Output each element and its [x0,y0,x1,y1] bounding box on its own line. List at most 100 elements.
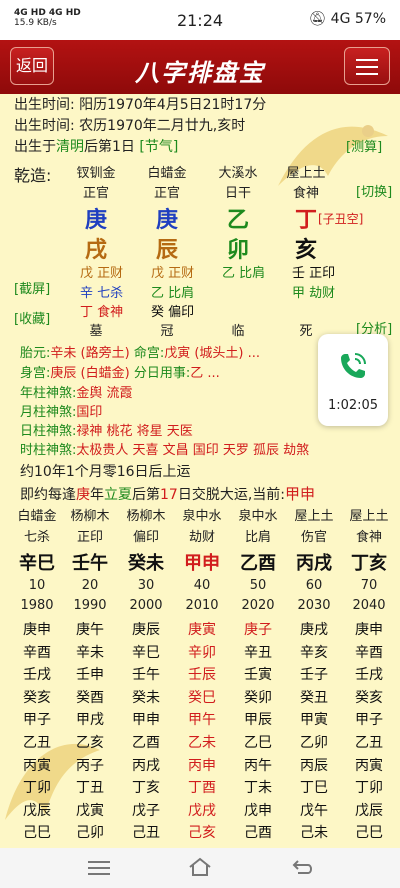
liunian-cell: 己巳 [355,825,383,842]
canggan-hour-2: 甲 劫财 [292,286,336,301]
switch-link[interactable]: [切换] [356,181,392,200]
liunian-cell: 壬子 [300,667,328,684]
liunian-cell: 癸卯 [244,689,272,706]
liunian-cell: 庚戌 [300,622,328,638]
dayun-shishen: 七杀 [23,530,50,545]
dayun-nayin: 杨柳木 [70,509,110,524]
dayun-age: 50 [249,578,267,593]
liunian-cell: 癸未 [132,689,160,706]
dayun-age: 70 [360,578,378,593]
liunian-cell: 甲寅 [300,712,328,729]
tiangan-hour: 丁 [294,208,317,233]
home-nav-icon[interactable] [188,857,212,877]
app-title: 八字排盘宝 [135,58,265,87]
dizhi-day: 卯 [226,238,249,263]
nayin-day: 大溪水 [218,166,258,181]
collect-link[interactable]: [收藏] [14,308,50,327]
phone-call-icon [341,353,366,378]
dayun-shishen: 正印 [76,530,103,545]
dayun-year: 2040 [352,598,386,613]
liunian-cell: 甲子 [355,712,383,729]
liunian-cell: 丁丑 [76,780,104,797]
liunian-cell: 辛酉 [23,644,51,661]
liunian-cell: 辛巳 [132,644,160,661]
dayun-ganzhi: 癸未 [128,553,164,574]
liunian-cell: 壬申 [76,667,104,684]
dayun-year: 2010 [185,598,219,613]
liunian-cell: 辛酉 [355,644,383,661]
liunian-cell: 辛卯 [188,644,216,661]
dayun-ganzhi: 甲申 [184,553,220,574]
tiangan-year: 庚 [84,208,107,233]
dayun-year: 2030 [297,598,331,613]
liunian-cell: 戊寅 [76,802,104,819]
nayin-hour: 屋上土 [286,166,326,181]
liunian-cell: 甲戌 [76,712,104,729]
solar-term-info: 出生于清明后第1日 [节气] [14,139,179,155]
liunian-cell: 庚子 [244,622,272,638]
liunian-cell: 甲子 [23,712,51,729]
mute-icon: 🔕︎ [308,11,327,27]
solar-term-link[interactable]: [节气] [139,139,178,155]
liunian-cell: 丙申 [188,757,216,774]
liunian-cell: 癸亥 [23,689,51,706]
dayun-age: 40 [193,578,211,593]
taiyuan-minggong: 胎元:辛未 (路旁土) 命宫:戊寅 (城头土) ... [20,346,261,361]
liunian-cell: 丁卯 [23,780,51,797]
liunian-cell: 丁卯 [355,780,383,797]
liunian-cell: 己酉 [244,825,272,842]
dayun-ganzhi: 辛巳 [19,553,55,574]
menu-icon [356,59,378,61]
dayun-year: 2020 [241,598,275,613]
liunian-cell: 己丑 [132,825,160,842]
solar-birth-time: 出生时间: 阳历1970年4月5日21时17分 [14,97,267,113]
liunian-cell: 甲申 [132,712,160,729]
qianzao-label: 乾造: [14,166,52,185]
dayun-age: 10 [28,578,46,593]
dayun-ganzhi: 丁亥 [351,553,387,574]
menu-button[interactable] [344,47,390,85]
liunian-cell: 戊辰 [355,802,383,819]
dayun-age: 30 [137,578,155,593]
liunian-cell: 丁亥 [132,780,160,797]
liunian-cell: 乙未 [188,735,216,751]
changsheng-day: 临 [231,324,245,339]
app-header: 返回 八字排盘宝 [0,40,400,94]
shensha-year: 年柱神煞:金舆 流霞 [20,386,133,401]
liunian-cell: 己亥 [188,825,216,842]
liunian-cell: 戊午 [300,802,328,819]
dayun-shishen: 食神 [355,530,382,545]
dayun-year: 1980 [20,598,54,613]
dayun-nayin: 屋上土 [294,509,334,524]
liunian-cell: 丙子 [76,757,104,774]
liunian-cell: 乙丑 [23,735,51,751]
menu-nav-icon[interactable] [88,860,110,876]
liunian-cell: 丁未 [244,780,272,797]
dayun-nayin: 白蜡金 [17,509,57,524]
back-nav-icon[interactable] [292,858,314,876]
liunian-cell: 壬戌 [23,667,51,684]
liunian-cell: 癸巳 [188,689,216,706]
tiangan-day: 乙 [226,208,249,233]
changsheng-year: 墓 [89,324,103,339]
shensha-hour: 时柱神煞:太极贵人 天喜 文昌 国印 天罗 孤辰 劫煞 [20,443,310,458]
canggan-hour-1: 壬 正印 [292,266,336,281]
liunian-cell: 丙戌 [132,757,160,774]
liunian-cell: 丙辰 [300,757,328,774]
shishen-month: 正官 [153,186,180,201]
calculate-link[interactable]: [测算] [346,136,382,155]
liunian-cell: 乙亥 [76,735,104,751]
shensha-month: 月柱神煞:国印 [20,405,103,420]
dayun-nayin: 泉中水 [182,509,222,524]
dayun-shishen: 偏印 [132,530,159,545]
liunian-cell: 庚午 [76,622,104,638]
dayun-nayin: 杨柳木 [126,509,166,524]
liunian-cell: 癸丑 [300,689,328,706]
tiangan-month: 庚 [155,208,178,233]
qiyun-rule: 即约每逢庚年立夏后第17日交脱大运,当前:甲申 [20,485,316,503]
shishen-day: 日干 [224,186,251,201]
call-floating-widget[interactable]: 1:02:05 [318,334,388,426]
screenshot-link[interactable]: [截屏] [14,278,50,297]
dayun-shishen: 劫财 [188,530,215,545]
liunian-cell: 甲辰 [244,712,272,729]
